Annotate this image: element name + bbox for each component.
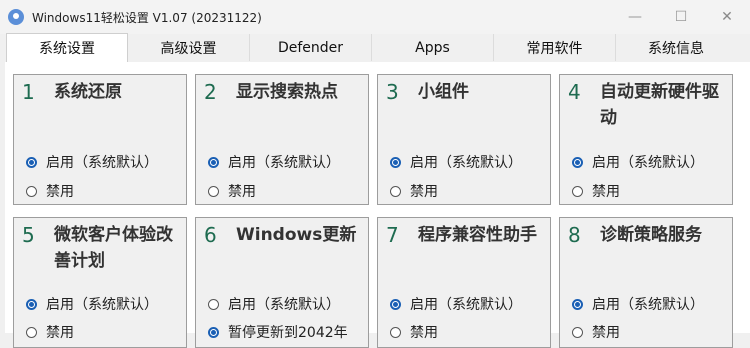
radio-button[interactable] <box>572 298 583 310</box>
option-label: 禁用 <box>410 184 438 200</box>
radio-button[interactable] <box>572 156 583 168</box>
radio-button[interactable] <box>390 298 401 310</box>
setting-card-windows-update: 6 Windows更新 启用（系统默认） 暂停更新到2042年 <box>195 217 369 348</box>
card-title: 诊断策略服务 <box>600 225 702 245</box>
radio-button[interactable] <box>208 298 219 310</box>
option-label: 禁用 <box>228 184 256 200</box>
tab-advanced-settings[interactable]: 高级设置 <box>128 34 250 61</box>
enable-radio-option[interactable]: 启用（系统默认） <box>26 294 158 314</box>
setting-card-widgets: 3 小组件 启用（系统默认） 禁用 <box>377 74 551 205</box>
disable-radio-option[interactable]: 禁用 <box>26 181 74 201</box>
radio-button[interactable] <box>390 326 401 338</box>
title-bar: Windows11轻松设置 V1.07 (20231122) — ☐ ✕ <box>0 0 750 34</box>
radio-button[interactable] <box>390 185 401 197</box>
tab-defender[interactable]: Defender <box>250 34 372 61</box>
app-icon <box>8 9 24 25</box>
setting-card-compat-assistant: 7 程序兼容性助手 启用（系统默认） 禁用 <box>377 217 551 348</box>
radio-button[interactable] <box>208 326 219 338</box>
setting-card-driver-updates: 4 自动更新硬件驱动 启用（系统默认） 禁用 <box>559 74 733 205</box>
radio-button[interactable] <box>26 156 37 168</box>
radio-button[interactable] <box>26 298 37 310</box>
option-label: 禁用 <box>410 325 438 341</box>
card-number: 6 <box>204 223 217 247</box>
option-label: 禁用 <box>592 184 620 200</box>
disable-radio-option[interactable]: 禁用 <box>390 181 438 201</box>
close-button[interactable]: ✕ <box>704 0 750 34</box>
card-number: 7 <box>386 223 399 247</box>
option-label: 禁用 <box>46 184 74 200</box>
option-label: 启用（系统默认） <box>228 297 340 313</box>
option-label: 禁用 <box>592 325 620 341</box>
card-number: 3 <box>386 80 399 104</box>
tab-system-settings[interactable]: 系统设置 <box>6 33 128 62</box>
radio-button[interactable] <box>390 156 401 168</box>
radio-button[interactable] <box>26 326 37 338</box>
option-label: 暂停更新到2042年 <box>228 325 348 341</box>
enable-radio-option[interactable]: 启用（系统默认） <box>26 152 158 172</box>
window-title: Windows11轻松设置 V1.07 (20231122) <box>32 10 262 25</box>
setting-card-ceip: 5 微软客户体验改善计划 启用（系统默认） 禁用 <box>13 217 187 348</box>
radio-button[interactable] <box>572 326 583 338</box>
option-label: 禁用 <box>46 325 74 341</box>
option-label: 启用（系统默认） <box>410 155 522 171</box>
enable-radio-option[interactable]: 启用（系统默认） <box>390 294 522 314</box>
card-title: 程序兼容性助手 <box>418 225 537 245</box>
option-label: 启用（系统默认） <box>46 155 158 171</box>
setting-card-system-restore: 1 系统还原 启用（系统默认） 禁用 <box>13 74 187 205</box>
minimize-button[interactable]: — <box>612 0 658 34</box>
card-title: 自动更新硬件驱动 <box>600 82 719 128</box>
enable-radio-option[interactable]: 启用（系统默认） <box>208 152 340 172</box>
tab-panel: 1 系统还原 启用（系统默认） 禁用 2 显示搜索热点 启用（系统默认） 禁用 … <box>5 62 750 348</box>
disable-radio-option[interactable]: 禁用 <box>26 322 74 342</box>
tab-system-info[interactable]: 系统信息 <box>616 34 736 61</box>
enable-radio-option[interactable]: 启用（系统默认） <box>572 152 704 172</box>
tab-apps[interactable]: Apps <box>372 34 494 61</box>
card-number: 2 <box>204 80 217 104</box>
maximize-button[interactable]: ☐ <box>658 0 704 34</box>
option-label: 启用（系统默认） <box>46 297 158 313</box>
card-number: 8 <box>568 223 581 247</box>
radio-button[interactable] <box>26 185 37 197</box>
radio-button[interactable] <box>208 185 219 197</box>
card-title: 系统还原 <box>54 82 122 102</box>
card-number: 5 <box>22 223 35 247</box>
disable-radio-option[interactable]: 禁用 <box>208 181 256 201</box>
disable-radio-option[interactable]: 禁用 <box>390 322 438 342</box>
radio-button[interactable] <box>208 156 219 168</box>
option-label: 启用（系统默认） <box>228 155 340 171</box>
card-title: Windows更新 <box>236 225 357 245</box>
radio-button[interactable] <box>572 185 583 197</box>
tab-bar: 系统设置 高级设置 Defender Apps 常用软件 系统信息 <box>6 33 750 63</box>
enable-radio-option[interactable]: 启用（系统默认） <box>390 152 522 172</box>
disable-radio-option[interactable]: 禁用 <box>572 181 620 201</box>
disable-radio-option[interactable]: 禁用 <box>572 322 620 342</box>
window-controls: — ☐ ✕ <box>612 0 750 34</box>
enable-radio-option[interactable]: 启用（系统默认） <box>208 294 340 314</box>
card-title: 微软客户体验改善计划 <box>54 225 173 271</box>
pause-updates-radio-option[interactable]: 暂停更新到2042年 <box>208 322 348 342</box>
card-title: 显示搜索热点 <box>236 82 338 102</box>
option-label: 启用（系统默认） <box>410 297 522 313</box>
card-title: 小组件 <box>418 82 469 102</box>
card-number: 1 <box>22 80 35 104</box>
option-label: 启用（系统默认） <box>592 155 704 171</box>
card-number: 4 <box>568 80 581 104</box>
enable-radio-option[interactable]: 启用（系统默认） <box>572 294 704 314</box>
option-label: 启用（系统默认） <box>592 297 704 313</box>
setting-card-search-highlights: 2 显示搜索热点 启用（系统默认） 禁用 <box>195 74 369 205</box>
tab-common-software[interactable]: 常用软件 <box>494 34 616 61</box>
setting-card-diagnostic-policy: 8 诊断策略服务 启用（系统默认） 禁用 <box>559 217 733 348</box>
